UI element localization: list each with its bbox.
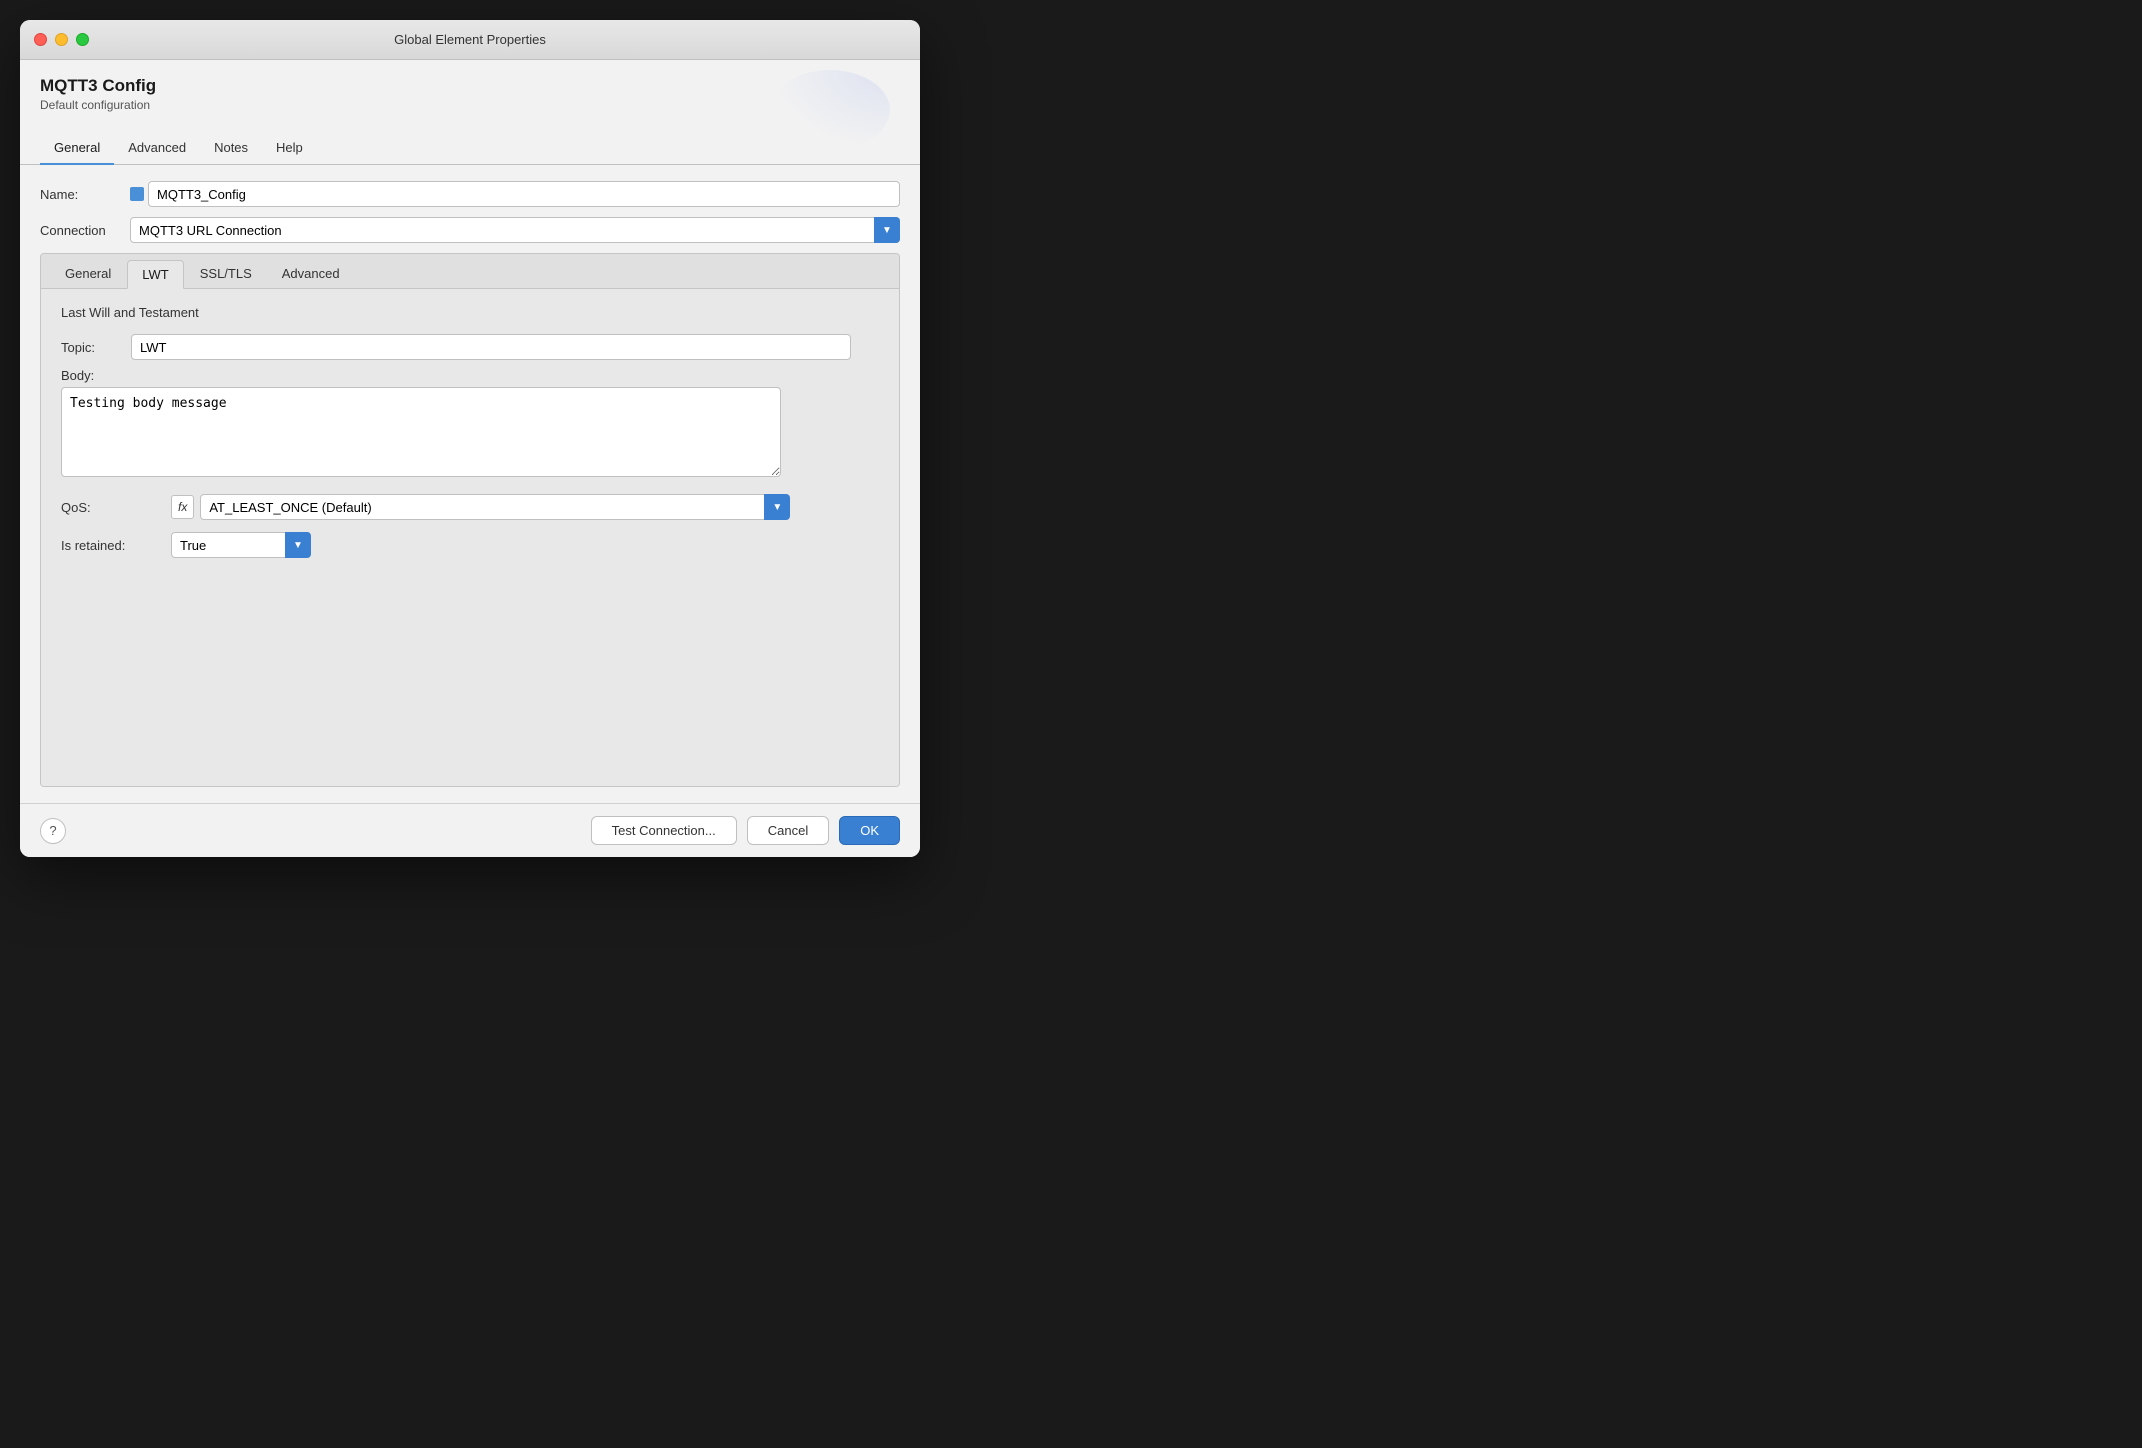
connection-select[interactable]: MQTT3 URL Connection [130, 217, 900, 243]
qos-label: QoS: [61, 500, 171, 515]
lwt-content: Last Will and Testament Topic: Body: Tes… [41, 289, 899, 786]
inner-tabs: General LWT SSL/TLS Advanced [41, 254, 899, 289]
test-connection-button[interactable]: Test Connection... [591, 816, 737, 845]
retained-select[interactable]: True [171, 532, 311, 558]
body-textarea[interactable]: Testing body message [61, 387, 781, 477]
config-title: MQTT3 Config [40, 76, 900, 96]
name-icon [130, 187, 144, 201]
dialog-footer: ? Test Connection... Cancel OK [20, 803, 920, 857]
qos-row: QoS: fx AT_LEAST_ONCE (Default) ▼ [61, 494, 879, 520]
name-input[interactable] [148, 181, 900, 207]
inner-tab-advanced[interactable]: Advanced [268, 260, 354, 288]
content-area: Name: Connection MQTT3 URL Connection ▼ [20, 165, 920, 803]
lwt-section-title: Last Will and Testament [61, 305, 879, 320]
footer-right: Test Connection... Cancel OK [591, 816, 900, 845]
window-title: Global Element Properties [394, 32, 546, 47]
inner-tab-ssl-tls[interactable]: SSL/TLS [186, 260, 266, 288]
close-button[interactable] [34, 33, 47, 46]
footer-left: ? [40, 818, 66, 844]
topic-label: Topic: [61, 340, 131, 355]
cancel-button[interactable]: Cancel [747, 816, 829, 845]
topic-row: Topic: [61, 334, 879, 360]
qos-select-wrapper: AT_LEAST_ONCE (Default) ▼ [200, 494, 790, 520]
dialog-header: MQTT3 Config Default configuration [20, 60, 920, 124]
help-button[interactable]: ? [40, 818, 66, 844]
connection-select-wrapper: MQTT3 URL Connection ▼ [130, 217, 900, 243]
qos-select[interactable]: AT_LEAST_ONCE (Default) [200, 494, 790, 520]
name-label: Name: [40, 187, 130, 202]
minimize-button[interactable] [55, 33, 68, 46]
content-spacer [61, 570, 879, 770]
dialog-window: Global Element Properties MQTT3 Config D… [20, 20, 920, 857]
retained-select-wrapper: True ▼ [171, 532, 311, 558]
tab-help[interactable]: Help [262, 132, 317, 165]
tab-notes[interactable]: Notes [200, 132, 262, 165]
body-label: Body: [61, 368, 879, 383]
body-field: Body: Testing body message [61, 368, 879, 482]
topic-input[interactable] [131, 334, 851, 360]
inner-panel: General LWT SSL/TLS Advanced Last Will a… [40, 253, 900, 787]
inner-tab-lwt[interactable]: LWT [127, 260, 183, 289]
name-field-row: Name: [40, 181, 900, 207]
connection-field-row: Connection MQTT3 URL Connection ▼ [40, 217, 900, 243]
fx-badge[interactable]: fx [171, 495, 194, 519]
inner-tab-general[interactable]: General [51, 260, 125, 288]
config-subtitle: Default configuration [40, 98, 900, 112]
is-retained-row: Is retained: True ▼ [61, 532, 879, 558]
is-retained-label: Is retained: [61, 538, 171, 553]
dialog-body: MQTT3 Config Default configuration Gener… [20, 60, 920, 803]
tab-general[interactable]: General [40, 132, 114, 165]
maximize-button[interactable] [76, 33, 89, 46]
ok-button[interactable]: OK [839, 816, 900, 845]
title-bar: Global Element Properties [20, 20, 920, 60]
tab-advanced[interactable]: Advanced [114, 132, 200, 165]
traffic-lights [34, 33, 89, 46]
connection-label: Connection [40, 223, 130, 238]
